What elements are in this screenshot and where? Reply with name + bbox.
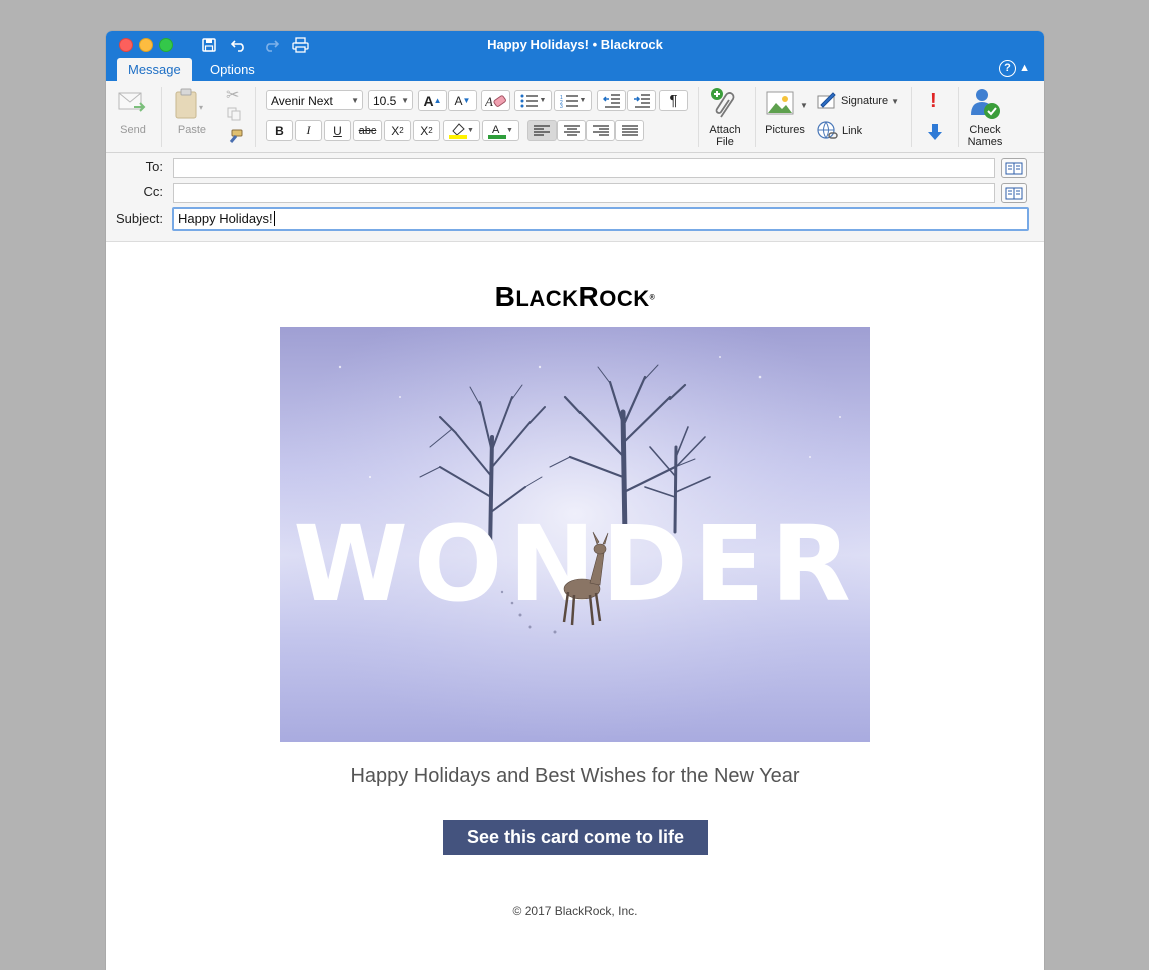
blackrock-logo: BLACKROCK® [494, 281, 656, 312]
cc-field[interactable] [173, 183, 995, 203]
tab-options[interactable]: Options [199, 58, 266, 81]
highlight-button[interactable]: ▼ [443, 120, 480, 141]
font-size-select[interactable]: 10.5 ▼ [368, 90, 413, 110]
svg-text:▼: ▼ [800, 101, 808, 110]
paste-icon[interactable]: ▾ [174, 88, 204, 125]
deer-icon [500, 531, 609, 634]
show-formatting-button[interactable]: ¶ [659, 90, 688, 111]
svg-text:▾: ▾ [199, 103, 203, 112]
address-book-icon[interactable] [1001, 183, 1027, 203]
bold-button[interactable]: B [266, 120, 293, 141]
numbering-button[interactable]: 123 ▼ [554, 90, 592, 111]
to-label: To: [145, 159, 163, 174]
message-body[interactable]: BLACKROCK® WONDER Happy Holidays and Bes… [106, 242, 1044, 970]
decrease-indent-button[interactable] [597, 90, 626, 111]
justify-button[interactable] [615, 120, 644, 141]
help-icon[interactable]: ? [999, 60, 1016, 77]
svg-text:A: A [485, 94, 493, 109]
ribbon-toolbar: Send ▾ Paste ✂ Avenir Next ▼ 10.5 ▼ A ▲ A… [106, 81, 1044, 153]
align-right-button[interactable] [586, 120, 615, 141]
svg-text:3: 3 [560, 104, 563, 108]
subject-value: Happy Holidays! [178, 211, 273, 226]
attach-file-icon[interactable] [709, 87, 739, 126]
cc-label: Cc: [143, 184, 164, 199]
chevron-down-icon: ▼ [401, 96, 409, 105]
align-left-button[interactable] [527, 120, 557, 141]
outlook-compose-window: Happy Holidays! • Blackrock Message Opti… [106, 31, 1044, 970]
shrink-font-button[interactable]: A ▼ [448, 90, 477, 111]
font-name-value: Avenir Next [271, 94, 333, 108]
attach-file-label: Attach File [709, 124, 741, 148]
italic-button[interactable]: I [295, 120, 322, 141]
link-label: Link [842, 125, 863, 137]
low-importance-icon[interactable] [927, 123, 943, 146]
check-names-icon[interactable] [968, 87, 1002, 126]
subject-label: Subject: [116, 211, 163, 226]
high-importance-icon[interactable]: ! [930, 91, 937, 111]
message-header: To: Cc: Subject: Happy Holidays! [106, 153, 1044, 242]
font-name-select[interactable]: Avenir Next ▼ [266, 90, 363, 110]
align-center-button[interactable] [557, 120, 586, 141]
signature-label[interactable]: Signature ▼ [841, 95, 899, 108]
window-title: Happy Holidays! • Blackrock [487, 37, 663, 52]
send-label: Send [120, 124, 146, 136]
title-bar: Happy Holidays! • Blackrock Message Opti… [106, 31, 1044, 81]
copy-icon[interactable] [227, 107, 241, 126]
tab-message[interactable]: Message [117, 58, 192, 81]
subscript-button[interactable]: X2 [384, 120, 411, 141]
pictures-icon[interactable]: ▼ [766, 91, 808, 124]
signature-icon[interactable] [817, 91, 837, 114]
link-icon[interactable] [817, 121, 839, 146]
greeting-text: Happy Holidays and Best Wishes for the N… [350, 765, 800, 787]
hero-image: WONDER [280, 327, 870, 742]
format-painter-icon[interactable] [226, 129, 244, 150]
superscript-button[interactable]: X2 [413, 120, 440, 141]
pictures-label: Pictures [765, 124, 805, 136]
clear-formatting-button[interactable]: A [481, 90, 510, 111]
bullets-button[interactable]: ▼ [514, 90, 552, 111]
copyright-text: © 2017 BlackRock, Inc. [512, 904, 638, 918]
increase-indent-button[interactable] [627, 90, 656, 111]
font-color-button[interactable]: A ▼ [482, 120, 519, 141]
send-icon[interactable] [118, 90, 148, 123]
underline-button[interactable]: U [324, 120, 351, 141]
strikethrough-button[interactable]: abc [353, 120, 382, 141]
collapse-ribbon-icon[interactable]: ▲ [1019, 62, 1030, 74]
address-book-icon[interactable] [1001, 158, 1027, 178]
to-field[interactable] [173, 158, 995, 178]
font-size-value: 10.5 [373, 94, 397, 108]
subject-field[interactable]: Happy Holidays! [172, 207, 1029, 231]
chevron-down-icon: ▼ [351, 96, 359, 105]
check-names-label: Check Names [967, 124, 1003, 148]
grow-font-button[interactable]: A ▲ [418, 90, 447, 111]
paste-label: Paste [177, 124, 207, 136]
see-card-button[interactable]: See this card come to life [443, 820, 708, 855]
svg-text:A: A [492, 124, 500, 136]
cut-icon[interactable]: ✂ [226, 85, 239, 105]
